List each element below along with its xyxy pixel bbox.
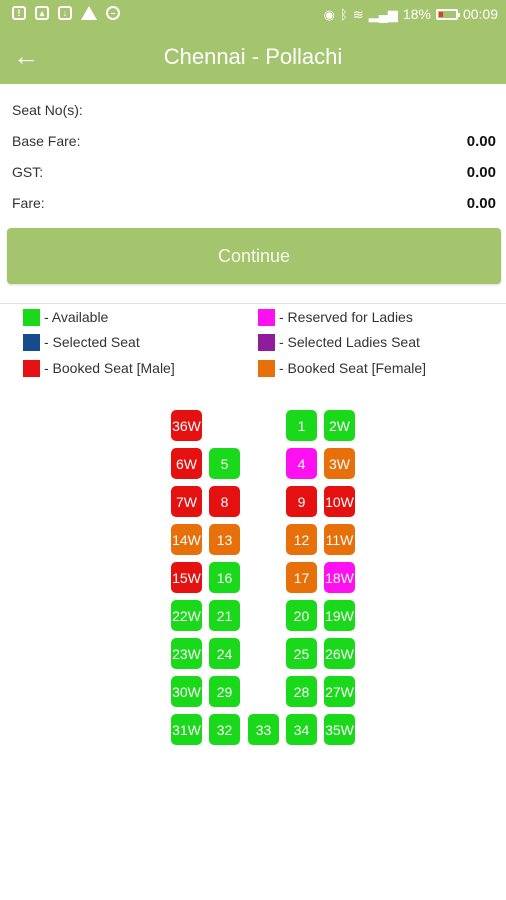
seat-34[interactable]: 34 bbox=[286, 714, 317, 745]
seat-22w[interactable]: 22W bbox=[171, 600, 202, 631]
seat-9[interactable]: 9 bbox=[286, 486, 317, 517]
seat-6w[interactable]: 6W bbox=[171, 448, 202, 479]
legend-swatch bbox=[23, 308, 40, 326]
seat-18w[interactable]: 18W bbox=[324, 562, 355, 593]
legend-label: - Selected Seat bbox=[44, 334, 140, 350]
hotspot-icon: ◉ bbox=[323, 6, 335, 22]
seat-10w[interactable]: 10W bbox=[324, 486, 355, 517]
seat-16[interactable]: 16 bbox=[209, 562, 240, 593]
fare-label: Fare: bbox=[12, 195, 45, 211]
seat-28[interactable]: 28 bbox=[286, 676, 317, 707]
seat-7w[interactable]: 7W bbox=[171, 486, 202, 517]
seat-32[interactable]: 32 bbox=[209, 714, 240, 745]
fare-row: Fare: 0.00 bbox=[12, 188, 496, 218]
legend-item-selected-ladies: - Selected Ladies Seat bbox=[258, 333, 420, 351]
seat-33[interactable]: 33 bbox=[248, 714, 279, 745]
battery-percent: 18% bbox=[402, 6, 431, 22]
seat-31w[interactable]: 31W bbox=[171, 714, 202, 745]
seat-21[interactable]: 21 bbox=[209, 600, 240, 631]
seat-24[interactable]: 24 bbox=[209, 638, 240, 669]
legend-label: - Booked Seat [Female] bbox=[279, 360, 427, 376]
bluetooth-icon: ᛒ bbox=[339, 6, 348, 22]
gst-label: GST: bbox=[12, 164, 44, 180]
base-fare-value: 0.00 bbox=[466, 132, 496, 150]
fare-value: 0.00 bbox=[466, 194, 496, 212]
continue-button[interactable]: Continue bbox=[7, 228, 501, 284]
seat-29[interactable]: 29 bbox=[209, 676, 240, 707]
seat-3w[interactable]: 3W bbox=[324, 448, 355, 479]
page-title: Chennai - Pollachi bbox=[163, 44, 343, 69]
legend-item-selected: - Selected Seat bbox=[23, 333, 140, 351]
seat-4[interactable]: 4 bbox=[286, 448, 317, 479]
base-fare-row: Base Fare: 0.00 bbox=[12, 126, 496, 156]
notification-icons: ! ▴ ↓ – bbox=[12, 6, 120, 20]
status-bar: ! ▴ ↓ – ◉ ᛒ ≋ ▂▄▆ 18% 00:09 bbox=[0, 0, 506, 30]
seat-numbers-label: Seat No(s): bbox=[12, 102, 83, 118]
download-notification-icon: ↓ bbox=[58, 6, 72, 20]
legend-label: - Selected Ladies Seat bbox=[279, 334, 420, 350]
seat-1[interactable]: 1 bbox=[286, 410, 317, 441]
seat-14w[interactable]: 14W bbox=[171, 524, 202, 555]
do-not-disturb-icon: – bbox=[106, 6, 120, 20]
seat-26w[interactable]: 26W bbox=[324, 638, 355, 669]
legend-label: - Available bbox=[44, 309, 109, 325]
battery-icon bbox=[435, 8, 460, 20]
alert-notification-icon: ! bbox=[12, 6, 26, 20]
divider bbox=[0, 303, 506, 304]
seat-13[interactable]: 13 bbox=[209, 524, 240, 555]
legend-item-reserved-ladies: - Reserved for Ladies bbox=[258, 308, 413, 326]
legend-swatch bbox=[23, 359, 40, 377]
warning-notification-icon bbox=[81, 6, 97, 20]
legend-swatch bbox=[258, 308, 275, 326]
seat-19w[interactable]: 19W bbox=[324, 600, 355, 631]
seat-15w[interactable]: 15W bbox=[171, 562, 202, 593]
image-notification-icon: ▴ bbox=[35, 6, 49, 20]
seat-20[interactable]: 20 bbox=[286, 600, 317, 631]
legend-label: - Reserved for Ladies bbox=[279, 309, 413, 325]
seat-35w[interactable]: 35W bbox=[324, 714, 355, 745]
seat-12[interactable]: 12 bbox=[286, 524, 317, 555]
seat-25[interactable]: 25 bbox=[286, 638, 317, 669]
legend-label: - Booked Seat [Male] bbox=[44, 360, 175, 376]
legend-swatch bbox=[258, 333, 275, 351]
legend-swatch bbox=[23, 333, 40, 351]
gst-value: 0.00 bbox=[466, 163, 496, 181]
seat-23w[interactable]: 23W bbox=[171, 638, 202, 669]
legend-item-booked-female: - Booked Seat [Female] bbox=[258, 359, 426, 377]
seat-numbers-row: Seat No(s): bbox=[12, 95, 496, 125]
clock: 00:09 bbox=[462, 6, 498, 22]
legend-item-booked-male: - Booked Seat [Male] bbox=[23, 359, 175, 377]
seat-17[interactable]: 17 bbox=[286, 562, 317, 593]
seat-8[interactable]: 8 bbox=[209, 486, 240, 517]
seat-2w[interactable]: 2W bbox=[324, 410, 355, 441]
app-bar: ← Chennai - Pollachi bbox=[0, 30, 506, 84]
signal-icon: ▂▄▆ bbox=[368, 6, 398, 22]
gst-row: GST: 0.00 bbox=[12, 157, 496, 187]
seat-30w[interactable]: 30W bbox=[171, 676, 202, 707]
legend-item-available: - Available bbox=[23, 308, 108, 326]
seat-5[interactable]: 5 bbox=[209, 448, 240, 479]
legend-swatch bbox=[258, 359, 275, 377]
wifi-icon: ≋ bbox=[352, 6, 364, 22]
seat-27w[interactable]: 27W bbox=[324, 676, 355, 707]
system-icons: ◉ ᛒ ≋ ▂▄▆ 18% 00:09 bbox=[324, 6, 498, 22]
base-fare-label: Base Fare: bbox=[12, 133, 81, 149]
seat-11w[interactable]: 11W bbox=[324, 524, 355, 555]
seat-36w[interactable]: 36W bbox=[171, 410, 202, 441]
